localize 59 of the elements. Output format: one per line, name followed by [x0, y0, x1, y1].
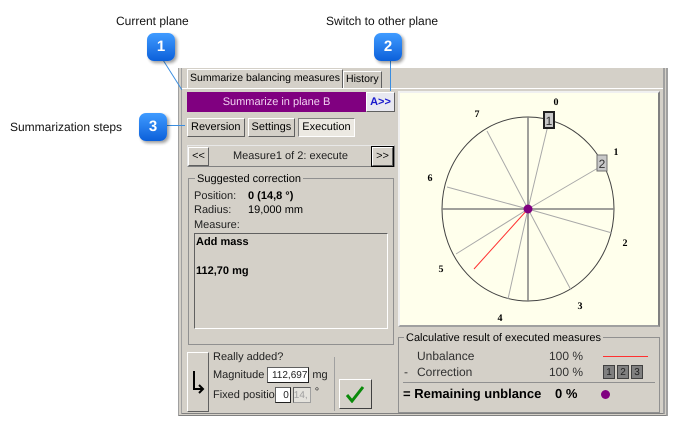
field-value: 19,000 mm	[248, 202, 304, 218]
next-button[interactable]: >>	[372, 146, 393, 166]
field-value: 0 (14,8 °)	[248, 188, 294, 204]
measure-box: 3	[631, 365, 643, 379]
sector-label: 1	[614, 147, 618, 158]
field-label: Radius:	[194, 202, 232, 218]
callout-label: Current plane	[116, 13, 189, 30]
result-label: Correction	[417, 364, 474, 381]
result-sign: -	[403, 364, 409, 381]
sector-label: 6	[428, 173, 432, 184]
fixed-position-label: Fixed positio	[213, 388, 275, 403]
apply-arrow-button[interactable]	[187, 352, 209, 412]
center-dot	[524, 204, 532, 214]
remaining-value: 0 %	[555, 385, 578, 404]
callout-label: Summarization steps	[10, 119, 122, 136]
step-tab[interactable]: Settings	[248, 118, 296, 137]
leader-line	[390, 60, 391, 91]
callout-badge: 2	[374, 33, 402, 61]
magnitude-unit: mg	[312, 368, 328, 383]
result-label: Unbalance	[417, 348, 476, 365]
remaining-label: = Remaining unblance	[403, 385, 542, 404]
callout-badge: 1	[147, 33, 175, 61]
group-title: Suggested correction	[195, 171, 303, 188]
turn-arrow-icon	[191, 370, 205, 394]
confirm-button[interactable]	[338, 379, 372, 409]
sector-label: 7	[474, 109, 480, 120]
sector-label: 5	[438, 264, 444, 275]
leader-line	[163, 60, 182, 90]
plane-bar: Summarize in plane B	[187, 92, 366, 112]
callout-badge: 3	[139, 113, 167, 141]
measure-box: 2	[617, 365, 629, 379]
previous-button[interactable]: <<	[188, 146, 209, 166]
measure-line: 112,70 mg	[196, 264, 250, 278]
sector-label: 0	[554, 97, 558, 108]
really-added-label: Really added?	[213, 350, 284, 365]
checkmark-icon	[345, 385, 366, 403]
measure-marker: 2	[596, 154, 608, 172]
measure-label: Measure:	[194, 218, 241, 231]
sector-label: 4	[498, 313, 502, 324]
measure-box: 1	[603, 365, 615, 379]
step-tab[interactable]: Execution	[298, 118, 355, 137]
measure-marker: 1	[543, 111, 555, 129]
leader-line	[166, 125, 185, 126]
sector-label: 2	[622, 238, 628, 249]
magnitude-field[interactable]: 112,697	[267, 367, 310, 383]
fixed-position-field[interactable]: 0	[274, 387, 291, 403]
result-value: 100 %	[548, 348, 583, 365]
step-tab[interactable]: Reversion	[187, 118, 245, 137]
measure-line: Add mass	[196, 235, 250, 250]
measure-status: Measure1 of 2: execute	[232, 148, 349, 164]
result-value: 100 %	[548, 364, 583, 381]
sector-label: 3	[578, 301, 582, 312]
tab[interactable]: History	[342, 71, 382, 88]
field-label: Position:	[194, 188, 238, 204]
switch-plane-button[interactable]: A>>	[366, 92, 395, 112]
callout-label: Switch to other plane	[326, 13, 438, 30]
degree-unit: °	[314, 384, 320, 400]
tab[interactable]: Summarize balancing measures	[187, 69, 343, 88]
magnitude-label: Magnitude	[213, 368, 264, 383]
